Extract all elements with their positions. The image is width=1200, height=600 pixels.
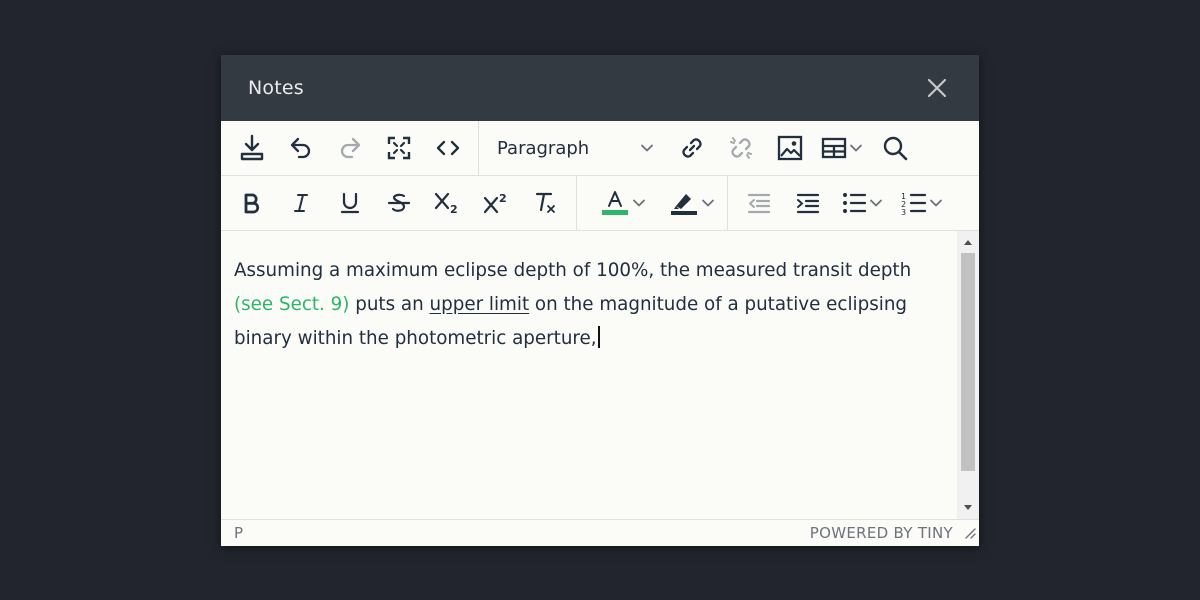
chevron-down-icon [633, 199, 645, 207]
fullscreen-icon [387, 136, 410, 160]
fullscreen-button[interactable] [374, 128, 423, 168]
svg-text:2: 2 [450, 203, 458, 216]
insert-link-button[interactable] [667, 128, 716, 168]
chevron-down-icon [870, 199, 882, 207]
numbered-list-button[interactable]: 123 [892, 183, 952, 223]
bold-button[interactable] [227, 183, 276, 223]
chevron-down-icon [930, 199, 942, 207]
strikethrough-button[interactable] [374, 183, 423, 223]
unlink-icon [729, 137, 752, 159]
toolbar-row-1: Paragraph [221, 121, 979, 176]
resize-handle[interactable] [964, 525, 976, 543]
editor-text: Assuming a maximum eclipse depth of 100%… [234, 260, 912, 281]
scrollbar-thumb[interactable] [961, 253, 975, 471]
bullet-list-button[interactable] [832, 183, 892, 223]
arrow-down-icon [964, 505, 972, 510]
chevron-down-icon [850, 144, 862, 152]
save-button[interactable] [227, 128, 276, 168]
underline-icon [340, 192, 359, 214]
powered-by-link[interactable]: POWERED BY TINY [810, 524, 953, 542]
code-view-button[interactable] [423, 128, 472, 168]
arrow-up-icon [964, 240, 972, 245]
toolbar-group-colors [577, 176, 728, 230]
scroll-up-button[interactable] [957, 233, 979, 251]
numbered-list-icon: 123 [901, 192, 927, 216]
indent-icon [796, 193, 819, 214]
editor-content-area: Assuming a maximum eclipse depth of 100%… [221, 231, 979, 519]
italic-icon [293, 194, 308, 212]
strikethrough-icon [387, 193, 410, 212]
text-color-button[interactable] [583, 183, 649, 223]
underline-button[interactable] [325, 183, 374, 223]
close-button[interactable] [925, 76, 949, 100]
table-icon [821, 137, 847, 159]
text-color-icon [602, 191, 628, 215]
clear-formatting-icon [535, 192, 555, 213]
subscript-button[interactable]: 2 [423, 183, 472, 223]
bullet-list-icon [843, 193, 867, 213]
table-button[interactable] [814, 128, 870, 168]
editor-text: puts an [349, 294, 430, 315]
scroll-down-button[interactable] [957, 499, 979, 517]
toolbar-group-lists: 123 [728, 176, 958, 230]
dialog-title: Notes [248, 77, 304, 99]
undo-button[interactable] [276, 128, 325, 168]
text-caret [597, 326, 600, 348]
undo-icon [290, 137, 310, 159]
toolbar-group-insert: Paragraph [479, 121, 925, 175]
toolbar-group-history [221, 121, 479, 175]
italic-button[interactable] [276, 183, 325, 223]
highlight-color-button[interactable] [649, 183, 721, 223]
superscript-icon: 2 [483, 192, 507, 214]
resize-grip-icon [965, 528, 976, 539]
indent-button[interactable] [783, 183, 832, 223]
status-bar: P POWERED BY TINY [221, 519, 979, 546]
outdent-icon [747, 193, 770, 214]
block-format-select[interactable]: Paragraph [485, 128, 667, 168]
code-view-icon [436, 140, 459, 156]
close-icon [927, 78, 947, 98]
svg-text:3: 3 [901, 208, 906, 216]
outdent-button[interactable] [734, 183, 783, 223]
toolbar-row-2: 2 2 1 2 3 [221, 176, 979, 231]
redo-button[interactable] [325, 128, 374, 168]
editor-body[interactable]: Assuming a maximum eclipse depth of 100%… [221, 231, 957, 519]
highlight-icon [671, 194, 697, 215]
notes-dialog: Notes Paragraph 2 2 1 2 3 Assuming a max… [221, 55, 979, 546]
subscript-icon: 2 [434, 192, 458, 216]
superscript-button[interactable]: 2 [472, 183, 521, 223]
svg-text:2: 2 [499, 192, 507, 205]
link-icon [681, 138, 702, 158]
insert-image-button[interactable] [765, 128, 814, 168]
section-link[interactable]: (see Sect. 9) [234, 294, 349, 315]
block-format-label: Paragraph [497, 137, 590, 159]
element-path[interactable]: P [234, 524, 243, 542]
editor-scrollbar[interactable] [957, 231, 979, 519]
toolbar-group-formatting: 2 2 [221, 176, 577, 230]
redo-icon [340, 137, 360, 159]
bold-icon [244, 193, 259, 214]
image-icon [777, 135, 802, 161]
remove-link-button[interactable] [716, 128, 765, 168]
dialog-titlebar: Notes [221, 55, 979, 121]
search-icon [883, 136, 907, 161]
chevron-down-icon [702, 199, 714, 207]
clear-formatting-button[interactable] [521, 183, 570, 223]
save-icon [240, 134, 263, 161]
chevron-down-icon [641, 144, 653, 152]
search-replace-button[interactable] [870, 128, 919, 168]
underlined-text: upper limit [429, 294, 530, 315]
